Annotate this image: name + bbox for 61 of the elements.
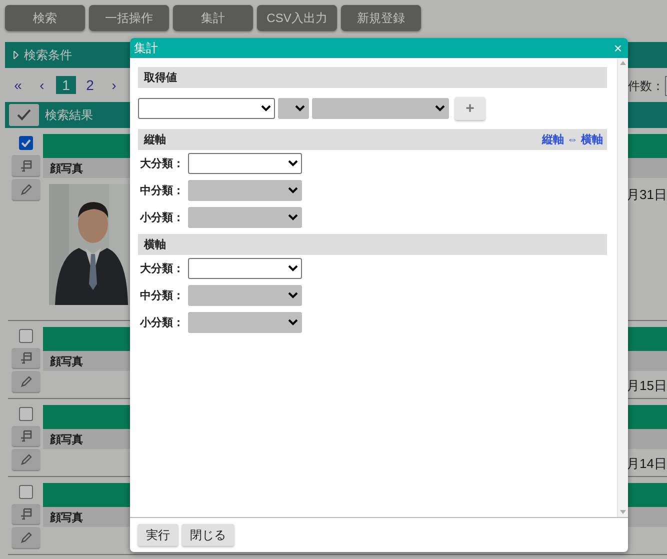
swap-axes-link[interactable]: 縦軸 ⇔ 横軸: [542, 132, 603, 147]
scroll-down-icon[interactable]: [620, 510, 626, 514]
field-label: 大分類：: [139, 262, 185, 276]
section-title: 横軸: [144, 238, 166, 252]
section-title: 検索条件: [24, 46, 72, 64]
pencil-icon: [20, 376, 32, 388]
detail-button[interactable]: [12, 426, 40, 446]
caret-right-icon: [13, 51, 19, 59]
add-button[interactable]: +: [455, 97, 485, 120]
pencil-icon: [20, 454, 32, 466]
date-text: 月15日: [626, 377, 667, 395]
check-icon: [17, 109, 31, 121]
edit-button[interactable]: [12, 371, 40, 392]
toolbar-button[interactable]: 新規登録: [341, 5, 421, 31]
field-label: 顔写真: [48, 432, 83, 446]
field-label: 大分類：: [139, 156, 185, 170]
list-icon: [18, 158, 32, 172]
edit-button[interactable]: [12, 179, 40, 200]
next-page-link[interactable]: ›: [104, 76, 124, 94]
page-link[interactable]: 1: [56, 76, 76, 94]
field-label: 顔写真: [48, 354, 83, 368]
date-text: 月14日: [626, 455, 667, 473]
list-icon: [18, 429, 32, 444]
checkbox[interactable]: [18, 485, 32, 499]
list-icon: [18, 507, 32, 522]
field-label: 中分類：: [139, 184, 185, 198]
count-label: 件数：: [628, 78, 664, 95]
dialog-button[interactable]: 実行: [138, 524, 178, 546]
close-button[interactable]: ×: [614, 41, 622, 55]
previous-page-link[interactable]: ‹: [32, 76, 52, 94]
section-title: 縦軸: [144, 132, 166, 147]
field-label: 顔写真: [48, 162, 83, 176]
edit-button[interactable]: [12, 527, 40, 548]
edit-button[interactable]: [12, 449, 40, 470]
pencil-icon: [20, 184, 32, 196]
checkbox[interactable]: [18, 329, 32, 343]
first-page-link[interactable]: «: [8, 76, 28, 94]
results-title: 検索結果: [45, 106, 93, 124]
toolbar-button[interactable]: CSV入出力: [257, 5, 337, 31]
toolbar-button[interactable]: 検索: [5, 5, 85, 31]
check-all-button[interactable]: [9, 104, 39, 126]
detail-button[interactable]: [12, 155, 40, 176]
date-text: 月31日: [626, 186, 667, 204]
dialog-button[interactable]: 閉じる: [182, 524, 234, 546]
list-icon: [18, 351, 32, 366]
checkbox[interactable]: [18, 136, 32, 150]
field-label: 小分類：: [138, 210, 185, 224]
field-label: 中分類：: [139, 288, 185, 302]
toolbar-button[interactable]: 一括操作: [89, 5, 169, 31]
page-link[interactable]: 2: [80, 76, 100, 94]
dialog-title: 集計: [134, 40, 158, 56]
section-title: 取得値: [144, 71, 177, 85]
checkbox[interactable]: [18, 407, 32, 421]
pencil-icon: [20, 532, 32, 544]
detail-button[interactable]: [12, 504, 40, 524]
field-label: 顔写真: [48, 510, 83, 524]
scroll-up-icon[interactable]: [620, 61, 626, 65]
field-label: 小分類：: [138, 316, 185, 330]
detail-button[interactable]: [12, 348, 40, 368]
scrollbar[interactable]: [617, 58, 628, 517]
toolbar-button[interactable]: 集計: [173, 5, 253, 31]
